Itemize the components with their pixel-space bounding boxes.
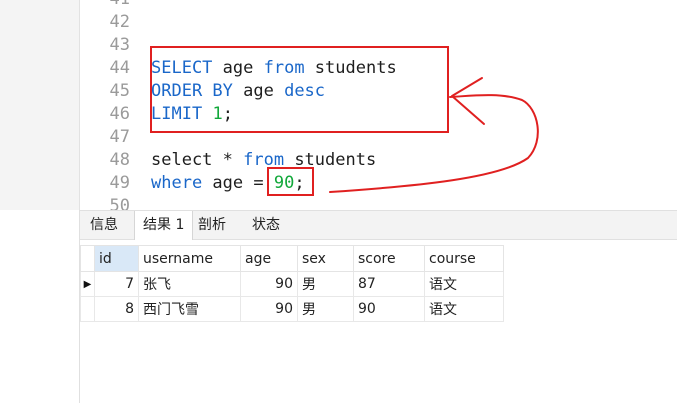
table-row[interactable]: 8 西门飞雪 90 男 90 语文: [80, 296, 504, 322]
number-literal: 1: [212, 104, 223, 124]
tab-profile[interactable]: 剖析: [190, 211, 234, 240]
column-header-age[interactable]: age: [240, 245, 298, 272]
code-text: students: [284, 150, 377, 170]
column-header-sex[interactable]: sex: [297, 245, 354, 272]
code-text: ;: [294, 173, 305, 193]
tab-result-1[interactable]: 结果 1: [134, 211, 194, 241]
line-number: 49: [109, 173, 130, 193]
line-number: 48: [109, 150, 130, 170]
cell-score[interactable]: 87: [353, 271, 425, 297]
column-header-username[interactable]: username: [138, 245, 241, 272]
arrow-head: [451, 77, 485, 125]
line-number: 43: [109, 35, 130, 55]
result-tab-bar: 信息 结果 1 剖析 状态: [80, 210, 677, 241]
sql-editor[interactable]: 41 42 43 44 45 46 47 48 49 50 SELECT age…: [0, 0, 677, 210]
line-number: 42: [109, 12, 130, 32]
code-line-45[interactable]: ORDER BY age desc: [151, 80, 325, 103]
code-line-48[interactable]: select * from students: [151, 149, 376, 172]
line-number: 46: [109, 104, 130, 124]
cell-sex[interactable]: 男: [297, 271, 354, 297]
keyword-select: SELECT: [151, 58, 213, 78]
line-number: 50: [109, 196, 130, 210]
cell-course[interactable]: 语文: [424, 271, 504, 297]
number-literal: 90: [273, 173, 295, 193]
keyword-from: from: [263, 58, 305, 78]
left-panel: [0, 210, 80, 403]
code-line-46[interactable]: LIMIT 1;: [151, 103, 233, 126]
cell-username[interactable]: 张飞: [138, 271, 241, 297]
line-number: 45: [109, 81, 130, 101]
code-text: select *: [151, 150, 244, 170]
keyword-where: where: [151, 173, 203, 193]
code-text: ;: [222, 104, 233, 124]
cell-id[interactable]: 7: [94, 271, 139, 297]
line-number: 41: [0, 0, 130, 11]
row-indicator-header: [80, 245, 95, 272]
cell-id[interactable]: 8: [94, 296, 139, 322]
result-table: id username age sex score course ▶ 7 张飞 …: [80, 245, 504, 322]
line-number: 44: [109, 58, 130, 78]
column-header-course[interactable]: course: [424, 245, 504, 272]
cell-course[interactable]: 语文: [424, 296, 504, 322]
column-header-id[interactable]: id: [94, 245, 139, 272]
cell-age[interactable]: 90: [240, 296, 298, 322]
code-line-49[interactable]: where age = 90;: [151, 172, 305, 195]
code-text: age: [232, 81, 285, 101]
column-header-score[interactable]: score: [353, 245, 425, 272]
row-indicator: [80, 296, 95, 322]
header-row: id username age sex score course: [80, 245, 504, 272]
curved-arrow: [329, 94, 539, 193]
keyword-limit: LIMIT: [151, 104, 203, 124]
keyword-desc: desc: [284, 81, 326, 101]
tab-status[interactable]: 状态: [244, 211, 288, 240]
code-line-44[interactable]: SELECT age from students: [151, 57, 397, 80]
code-text: students: [304, 58, 397, 78]
code-text: age =: [202, 173, 274, 193]
cell-age[interactable]: 90: [240, 271, 298, 297]
keyword-order-by: ORDER BY: [151, 81, 233, 101]
keyword-from: from: [243, 150, 285, 170]
current-row-pointer-icon: ▶: [80, 271, 95, 297]
cell-score[interactable]: 90: [353, 296, 425, 322]
cell-sex[interactable]: 男: [297, 296, 354, 322]
tab-info[interactable]: 信息: [82, 211, 126, 240]
table-row[interactable]: ▶ 7 张飞 90 男 87 语文: [80, 271, 504, 297]
result-grid[interactable]: id username age sex score course ▶ 7 张飞 …: [80, 240, 677, 403]
code-text: age: [212, 58, 264, 78]
cell-username[interactable]: 西门飞雪: [138, 296, 241, 322]
line-number: 47: [109, 127, 130, 147]
